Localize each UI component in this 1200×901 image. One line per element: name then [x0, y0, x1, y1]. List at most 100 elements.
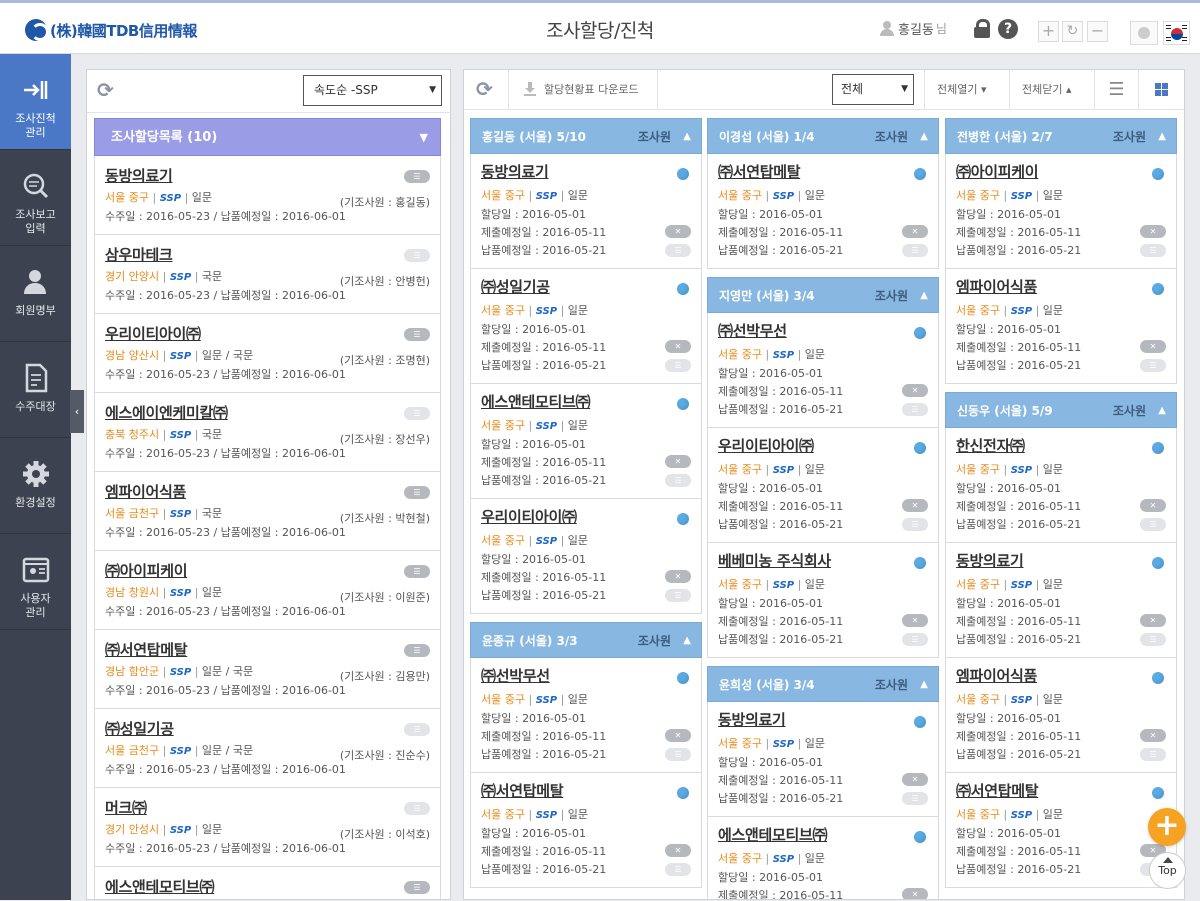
list-toggle-icon[interactable]: ☰	[665, 863, 691, 876]
help-icon[interactable]: ?	[998, 19, 1018, 39]
assignment-company-name[interactable]: ㈜서연탑메탈	[481, 782, 691, 806]
list-toggle-icon[interactable]: ☰	[902, 244, 928, 257]
order-company-name[interactable]: 삼우마테크	[105, 244, 430, 265]
list-toggle-icon[interactable]: ☰	[404, 644, 430, 657]
download-status-button[interactable]: 할당현황표 다운로드	[508, 70, 658, 110]
remove-icon[interactable]: ✕	[665, 570, 691, 583]
remove-icon[interactable]: ✕	[902, 614, 928, 627]
order-company-name[interactable]: 에스에이엔케미칼㈜	[105, 402, 430, 423]
order-company-name[interactable]: ㈜성일기공	[105, 718, 430, 739]
assignment-list-header[interactable]: 조사할당목록 (10) ▼	[94, 118, 441, 156]
assignment-company-name[interactable]: ㈜아이피케이	[956, 163, 1166, 187]
assignment-company-name[interactable]: ㈜성일기공	[481, 278, 691, 302]
list-toggle-icon[interactable]: ☰	[665, 748, 691, 761]
remove-icon[interactable]: ✕	[665, 340, 691, 353]
remove-icon[interactable]: ✕	[1140, 614, 1166, 627]
assignment-card[interactable]: 우리이티아이㈜ 서울 중구 | SSP | 일문 할당일 : 2016-05-01 제…	[470, 499, 702, 614]
reload-button[interactable]: ↻	[1062, 21, 1083, 42]
korea-flag-icon[interactable]	[1163, 21, 1190, 45]
list-toggle-icon[interactable]: ☰	[404, 565, 430, 578]
assignment-company-name[interactable]: 에스앤테모티브㈜	[481, 393, 691, 417]
list-toggle-icon[interactable]: ☰	[902, 403, 928, 416]
assignment-card[interactable]: ㈜아이피케이 서울 중구 | SSP | 일문 할당일 : 2016-05-01 제출…	[945, 154, 1177, 269]
grid-view-icon[interactable]	[1138, 70, 1184, 110]
scroll-top-button[interactable]: Top	[1149, 852, 1186, 889]
refresh-icon[interactable]: ⟳	[476, 79, 500, 99]
list-toggle-icon[interactable]: ☰	[902, 633, 928, 646]
list-view-icon[interactable]: ☰	[1094, 70, 1138, 110]
assignment-card[interactable]: ㈜서연탑메탈 서울 중구 | SSP | 일문 할당일 : 2016-05-01 제출…	[470, 773, 702, 888]
sidebar-item-1[interactable]: 조사진척 관리	[0, 54, 71, 150]
list-toggle-icon[interactable]: ☰	[404, 328, 430, 341]
assignment-card[interactable]: 동방의료기 서울 중구 | SSP | 일문 할당일 : 2016-05-01 제출예…	[470, 154, 702, 269]
assignment-card[interactable]: ㈜서연탑메탈 서울 중구 | SSP | 일문 할당일 : 2016-05-01 제출…	[707, 154, 939, 269]
assignment-company-name[interactable]: 한신전자㈜	[956, 437, 1166, 461]
order-company-name[interactable]: 우리이티아이㈜	[105, 323, 430, 344]
user-info[interactable]: 홍길동 님	[880, 19, 947, 38]
list-toggle-icon[interactable]: ☰	[1140, 359, 1166, 372]
list-toggle-icon[interactable]: ☰	[404, 170, 430, 183]
order-card[interactable]: ㈜서연탑메탈 ☰ 경남 함안군 | SSP | 일문 / 국문 (기조사원 : 김용만…	[95, 630, 440, 709]
order-card[interactable]: 에스앤테모티브㈜ ☰	[95, 867, 440, 901]
list-toggle-icon[interactable]: ☰	[665, 244, 691, 257]
investigator-group-header[interactable]: 홍길동 (서울) 5/10 조사원 ▲	[470, 118, 702, 154]
order-card[interactable]: 삼우마테크 ☰ 경기 안양시 | SSP | 국문 (기조사원 : 안병헌) 수주일 :…	[95, 235, 440, 314]
order-company-name[interactable]: 엠파이어식품	[105, 481, 430, 502]
expand-all-button[interactable]: 전체열기 ▾	[924, 70, 1010, 110]
collapse-all-button[interactable]: 전체닫기 ▴	[1009, 70, 1095, 110]
assignment-company-name[interactable]: ㈜선박무선	[481, 667, 691, 691]
assignment-card[interactable]: 엠파이어식품 서울 중구 | SSP | 일문 할당일 : 2016-05-01 제출…	[945, 658, 1177, 773]
order-card[interactable]: ㈜성일기공 ☰ 서울 금천구 | SSP | 일문 / 국문 (기조사원 : 진순수)…	[95, 709, 440, 788]
remove-icon[interactable]: ✕	[665, 455, 691, 468]
sidebar-item-2[interactable]: 조사보고 입력	[0, 150, 71, 246]
list-toggle-icon[interactable]: ☰	[1140, 518, 1166, 531]
list-toggle-icon[interactable]: ☰	[1140, 633, 1166, 646]
sidebar-item-5[interactable]: 환경설정	[0, 438, 71, 534]
filter-select[interactable]: 전체 ▼	[832, 74, 914, 105]
list-toggle-icon[interactable]: ☰	[404, 802, 430, 815]
assignment-card[interactable]: 에스앤테모티브㈜ 서울 중구 | SSP | 일문 할당일 : 2016-05-01…	[707, 817, 939, 899]
remove-icon[interactable]: ✕	[902, 225, 928, 238]
list-toggle-icon[interactable]: ☰	[404, 407, 430, 420]
sidebar-collapse-handle[interactable]: ‹	[70, 390, 84, 433]
sidebar-item-3[interactable]: 회원명부	[0, 246, 71, 342]
assignment-company-name[interactable]: ㈜서연탑메탈	[718, 163, 928, 187]
remove-icon[interactable]: ✕	[1140, 225, 1166, 238]
order-card[interactable]: ㈜아이피케이 ☰ 경남 창원시 | SSP | 일문 (기조사원 : 이원준) 수주일 …	[95, 551, 440, 630]
order-card[interactable]: 에스에이엔케미칼㈜ ☰ 충북 청주시 | SSP | 국문 (기조사원 : 장선우) 수…	[95, 393, 440, 472]
list-toggle-icon[interactable]: ☰	[665, 474, 691, 487]
list-toggle-icon[interactable]: ☰	[665, 359, 691, 372]
order-company-name[interactable]: ㈜아이피케이	[105, 560, 430, 581]
lock-icon[interactable]	[972, 19, 992, 39]
add-fab-button[interactable]: +	[1148, 808, 1186, 846]
assignment-company-name[interactable]: 에스앤테모티브㈜	[718, 826, 928, 850]
assignment-card[interactable]: 동방의료기 서울 중구 | SSP | 일문 할당일 : 2016-05-01 제출예…	[945, 543, 1177, 658]
assignment-company-name[interactable]: 동방의료기	[718, 711, 928, 735]
assignment-card[interactable]: 에스앤테모티브㈜ 서울 중구 | SSP | 일문 할당일 : 2016-05-01…	[470, 384, 702, 499]
assignment-company-name[interactable]: 우리이티아이㈜	[718, 437, 928, 461]
remove-icon[interactable]: ✕	[902, 888, 928, 899]
investigator-group-header[interactable]: 이경섭 (서울) 1/4 조사원 ▲	[707, 118, 939, 154]
order-company-name[interactable]: 동방의료기	[105, 165, 430, 186]
assignment-card[interactable]: ㈜선박무선 서울 중구 | SSP | 일문 할당일 : 2016-05-01 제출예…	[707, 313, 939, 428]
sidebar-item-4[interactable]: 수주대장	[0, 342, 71, 438]
order-card[interactable]: 엠파이어식품 ☰ 서울 금천구 | SSP | 국문 (기조사원 : 박현철) 수주일 …	[95, 472, 440, 551]
remove-icon[interactable]: ✕	[902, 384, 928, 397]
assignment-company-name[interactable]: 동방의료기	[956, 552, 1166, 576]
list-toggle-icon[interactable]: ☰	[902, 518, 928, 531]
sort-select[interactable]: 속도순 -SSP ▼	[303, 75, 442, 106]
order-company-name[interactable]: 에스앤테모티브㈜	[105, 876, 430, 897]
assignment-card[interactable]: ㈜성일기공 서울 중구 | SSP | 일문 할당일 : 2016-05-01 제출예…	[470, 269, 702, 384]
remove-icon[interactable]: ✕	[902, 773, 928, 786]
assignment-company-name[interactable]: 우리이티아이㈜	[481, 508, 691, 532]
list-toggle-icon[interactable]: ☰	[665, 589, 691, 602]
remove-icon[interactable]: ✕	[665, 729, 691, 742]
assignment-card[interactable]: ㈜서연탑메탈 서울 중구 | SSP | 일문 할당일 : 2016-05-01 제출…	[945, 773, 1177, 888]
assignment-company-name[interactable]: ㈜서연탑메탈	[956, 782, 1166, 806]
assignment-card[interactable]: 엠파이어식품 서울 중구 | SSP | 일문 할당일 : 2016-05-01 제출…	[945, 269, 1177, 384]
remove-icon[interactable]: ✕	[1140, 340, 1166, 353]
assignment-company-name[interactable]: 동방의료기	[481, 163, 691, 187]
assignment-company-name[interactable]: 베베미농 주식회사	[718, 552, 928, 576]
list-toggle-icon[interactable]: ☰	[1140, 748, 1166, 761]
assignment-card[interactable]: ㈜선박무선 서울 중구 | SSP | 일문 할당일 : 2016-05-01 제출예…	[470, 658, 702, 773]
